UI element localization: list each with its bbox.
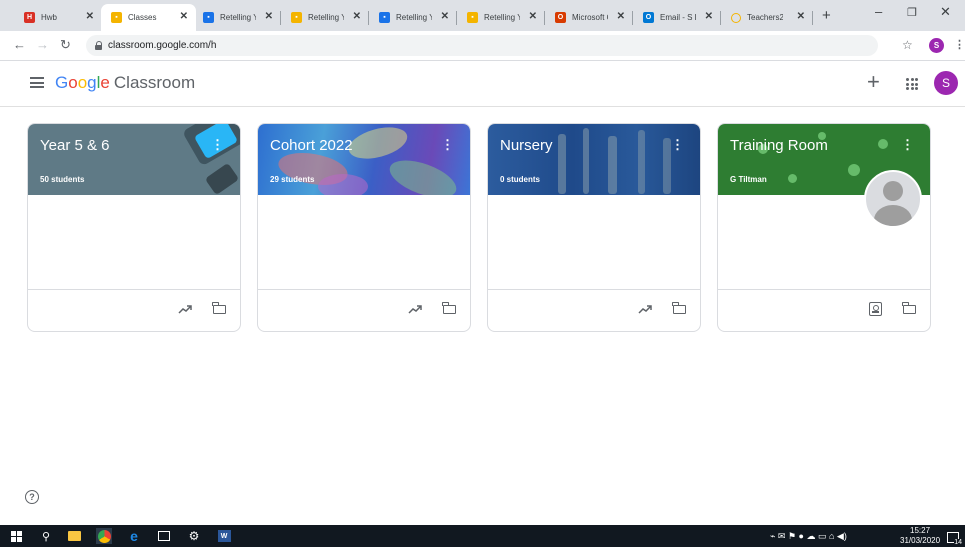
close-tab-icon[interactable]: ✕ xyxy=(705,11,713,22)
browser-tab[interactable]: ▪ Retelling Yo ✕ xyxy=(457,4,545,31)
teacher-avatar xyxy=(864,170,922,228)
internet-explorer-icon[interactable]: e xyxy=(126,528,142,544)
folder-icon[interactable] xyxy=(672,302,686,314)
class-name[interactable]: Year 5 & 6 xyxy=(40,137,110,154)
close-tab-icon[interactable]: ✕ xyxy=(180,11,188,22)
class-options-icon[interactable]: ⋮ xyxy=(441,137,454,153)
tray-icons[interactable]: ⌁ ✉ ⚑ ● ☁ ▭ ⌂ ◀) xyxy=(770,531,847,542)
bookmark-star-icon[interactable]: ☆ xyxy=(902,38,913,52)
class-name[interactable]: Training Room xyxy=(730,137,828,154)
office-icon: O xyxy=(555,12,566,23)
main-menu-icon[interactable] xyxy=(30,77,44,88)
minimize-icon[interactable]: – xyxy=(875,4,882,19)
trending-icon[interactable] xyxy=(178,303,192,315)
classroom-logo[interactable]: Google Classroom xyxy=(55,73,195,93)
folder-icon[interactable] xyxy=(442,302,456,314)
lock-icon xyxy=(94,41,103,50)
class-options-icon[interactable]: ⋮ xyxy=(671,137,684,153)
url-text: classroom.google.com/h xyxy=(108,40,217,51)
browser-tab-strip: H Hwb ✕ ▪ Classes ✕ ▪ Retelling Yo ✕ ▪ R… xyxy=(0,0,965,31)
classroom-icon: ▪ xyxy=(291,12,302,23)
google-apps-icon[interactable] xyxy=(906,78,918,90)
class-card[interactable]: Nursery 0 students ⋮ xyxy=(487,123,701,332)
create-join-class-icon[interactable]: + xyxy=(867,71,880,93)
close-tab-icon[interactable]: ✕ xyxy=(353,11,361,22)
class-name[interactable]: Nursery xyxy=(500,137,553,154)
outlook-icon: O xyxy=(643,12,654,23)
browser-tab[interactable]: O Email - S D ✕ xyxy=(633,4,721,31)
close-tab-icon[interactable]: ✕ xyxy=(797,11,805,22)
search-icon[interactable]: ⚲ xyxy=(38,528,54,544)
class-options-icon[interactable]: ⋮ xyxy=(901,137,914,153)
class-subtitle: G Tiltman xyxy=(730,175,767,184)
class-banner: Cohort 2022 29 students ⋮ xyxy=(258,124,470,195)
browser-menu-icon[interactable]: ⋮ xyxy=(954,38,965,51)
classroom-icon: ▪ xyxy=(467,12,478,23)
close-tab-icon[interactable]: ✕ xyxy=(265,11,273,22)
hwb-icon: H xyxy=(24,12,35,23)
loading-icon xyxy=(731,12,741,23)
classroom-header: Google Classroom + S xyxy=(0,61,965,107)
class-options-icon[interactable]: ⋮ xyxy=(211,137,224,153)
browser-tab[interactable]: ▪ Retelling Yo ✕ xyxy=(281,4,369,31)
browser-tab-active[interactable]: ▪ Classes ✕ xyxy=(101,4,196,31)
address-bar[interactable]: classroom.google.com/h xyxy=(86,35,878,56)
class-subtitle: 50 students xyxy=(40,175,85,184)
account-avatar[interactable]: S xyxy=(934,71,958,95)
window-close-icon[interactable]: ✕ xyxy=(940,4,951,20)
class-card[interactable]: Training Room G Tiltman ⋮ xyxy=(717,123,931,332)
windows-taskbar: ⚲ e ⚙ W ⌁ ✉ ⚑ ● ☁ ▭ ⌂ ◀) 15:27 31/03/202… xyxy=(0,525,965,547)
card-footer xyxy=(28,289,240,331)
photos-icon[interactable] xyxy=(156,528,172,544)
folder-icon[interactable] xyxy=(902,302,916,314)
restore-icon[interactable]: ❐ xyxy=(907,6,917,19)
browser-tab[interactable]: Teachers2P ✕ xyxy=(721,4,813,31)
card-footer xyxy=(718,289,930,331)
close-tab-icon[interactable]: ✕ xyxy=(617,11,625,22)
settings-gear-icon[interactable]: ⚙ xyxy=(186,528,202,544)
card-footer xyxy=(258,289,470,331)
class-banner: Nursery 0 students ⋮ xyxy=(488,124,700,195)
class-subtitle: 0 students xyxy=(500,175,541,184)
new-tab-icon[interactable]: + xyxy=(822,7,831,24)
windows-start-icon[interactable] xyxy=(8,528,24,544)
close-tab-icon[interactable]: ✕ xyxy=(529,11,537,22)
notifications-icon[interactable]: 14 xyxy=(945,529,962,546)
forward-icon[interactable]: → xyxy=(36,37,49,52)
classroom-icon: ▪ xyxy=(379,12,390,23)
product-name: Classroom xyxy=(113,73,196,92)
system-clock[interactable]: 15:27 31/03/2020 xyxy=(900,526,940,546)
reload-icon[interactable]: ↻ xyxy=(60,37,71,53)
browser-tab[interactable]: ▪ Retelling Yo ✕ xyxy=(193,4,281,31)
chrome-icon[interactable] xyxy=(96,528,112,544)
trending-icon[interactable] xyxy=(408,303,422,315)
close-tab-icon[interactable]: ✕ xyxy=(86,11,94,22)
browser-tab[interactable]: O Microsoft O ✕ xyxy=(545,4,633,31)
class-card[interactable]: Year 5 & 6 50 students ⋮ xyxy=(27,123,241,332)
classroom-icon: ▪ xyxy=(203,12,214,23)
browser-tab[interactable]: H Hwb ✕ xyxy=(14,4,102,31)
class-banner: Year 5 & 6 50 students ⋮ xyxy=(28,124,240,195)
word-icon[interactable]: W xyxy=(216,528,232,544)
help-icon[interactable]: ? xyxy=(25,490,39,504)
class-subtitle: 29 students xyxy=(270,175,315,184)
classroom-icon: ▪ xyxy=(111,12,122,23)
folder-icon[interactable] xyxy=(212,302,226,314)
browser-profile-avatar[interactable]: S xyxy=(929,38,944,53)
google-wordmark: Google xyxy=(55,73,110,92)
browser-tab[interactable]: ▪ Retelling Yo ✕ xyxy=(369,4,457,31)
browser-toolbar: ← → ↻ classroom.google.com/h ☆ S ⋮ xyxy=(0,31,965,61)
trending-icon[interactable] xyxy=(638,303,652,315)
back-icon[interactable]: ← xyxy=(13,37,26,52)
class-name[interactable]: Cohort 2022 xyxy=(270,137,353,154)
close-tab-icon[interactable]: ✕ xyxy=(441,11,449,22)
file-explorer-icon[interactable] xyxy=(66,528,82,544)
card-footer xyxy=(488,289,700,331)
class-card[interactable]: Cohort 2022 29 students ⋮ xyxy=(257,123,471,332)
assignment-icon[interactable] xyxy=(869,302,882,316)
